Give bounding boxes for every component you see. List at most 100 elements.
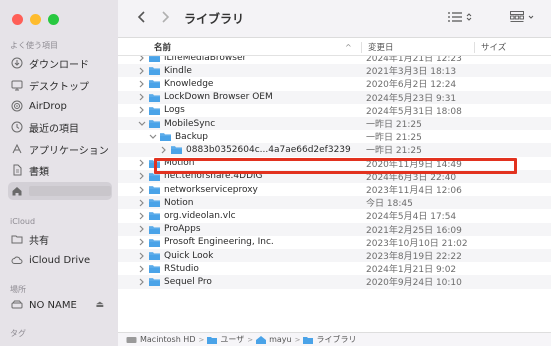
modified-date: 2023年8月19日 22:22 <box>366 252 462 263</box>
forward-button[interactable] <box>156 7 174 27</box>
folder-icon <box>149 211 160 221</box>
modified-date: 一昨日 21:25 <box>366 120 422 131</box>
column-divider[interactable] <box>474 42 475 53</box>
file-name: networkserviceproxy <box>164 184 258 195</box>
disclosure-collapsed-icon[interactable] <box>138 224 146 234</box>
table-row[interactable]: Knowledge 2020年6月2日 12:24 <box>118 77 551 90</box>
disclosure-collapsed-icon[interactable] <box>138 105 146 115</box>
zoom-window-button[interactable] <box>48 14 59 25</box>
sidebar-item-documents[interactable]: 書類 <box>8 161 112 179</box>
disclosure-collapsed-icon[interactable] <box>138 79 146 89</box>
folder-icon <box>207 336 218 344</box>
redacted-username <box>29 186 111 196</box>
window-controls <box>12 14 59 25</box>
sidebar-item-home[interactable] <box>8 182 112 200</box>
disclosure-collapsed-icon[interactable] <box>138 185 146 195</box>
disclosure-expanded-icon[interactable] <box>138 119 146 129</box>
red-highlight-box <box>154 158 517 174</box>
chevron-updown-icon <box>466 13 472 21</box>
path-item-home[interactable]: mayu <box>256 335 292 344</box>
sidebar-item-label: iCloud Drive <box>29 254 91 266</box>
disclosure-collapsed-icon[interactable] <box>138 56 146 63</box>
disclosure-collapsed-icon[interactable] <box>138 251 146 261</box>
column-name[interactable]: 名前 <box>154 41 171 53</box>
sort-ascending-icon: ^ <box>345 42 352 52</box>
file-name: LockDown Browser OEM <box>164 92 273 103</box>
folder-icon <box>149 251 160 261</box>
disclosure-expanded-icon[interactable] <box>149 132 157 142</box>
table-row[interactable]: MobileSync 一昨日 21:25 <box>118 117 551 131</box>
table-row[interactable]: Sequel Pro 2020年9月24日 10:10 <box>118 275 551 289</box>
document-icon <box>11 164 23 176</box>
chevron-right-icon <box>161 11 169 23</box>
modified-date: 2020年9月24日 10:10 <box>366 278 462 289</box>
sidebar-item-label: NO NAME <box>29 299 77 311</box>
table-row[interactable]: Prosoft Engineering, Inc. 2023年10月10日 21:… <box>118 236 551 249</box>
table-row[interactable]: Kindle 2021年3月3日 18:13 <box>118 64 551 78</box>
sidebar-item-downloads[interactable]: ダウンロード <box>8 54 112 72</box>
sidebar-item-airdrop[interactable]: AirDrop <box>8 97 112 115</box>
section-locations-label: 場所 <box>10 285 26 294</box>
sidebar: よく使う項目 ダウンロード デスクトップ AirDrop 最近の項目 アプリケー… <box>0 0 118 346</box>
folder-icon <box>149 225 160 234</box>
disclosure-collapsed-icon[interactable] <box>160 145 168 155</box>
sidebar-item-recents[interactable]: 最近の項目 <box>8 118 112 136</box>
column-date[interactable]: 変更日 <box>368 41 394 53</box>
chevron-left-icon <box>137 11 145 23</box>
back-button[interactable] <box>132 7 150 27</box>
table-row[interactable]: Backup 一昨日 21:25 <box>118 130 551 143</box>
window-title: ライブラリ <box>184 12 245 26</box>
table-row[interactable]: iLifeMediaBrowser 2024年1月21日 12:23 <box>118 56 551 64</box>
list-view-icon <box>448 12 462 22</box>
group-options-button[interactable] <box>510 9 534 25</box>
airdrop-icon <box>11 100 23 112</box>
file-name: ProApps <box>164 224 201 235</box>
clock-icon <box>11 121 23 133</box>
table-row[interactable]: Quick Look 2023年8月19日 22:22 <box>118 249 551 263</box>
modified-date: 今日 18:45 <box>366 199 413 210</box>
main-pane: ライブラリ 名前 ^ 変更日 サイズ iLifeMediaBrowser 2024… <box>118 0 551 346</box>
disclosure-collapsed-icon[interactable] <box>138 66 146 76</box>
path-item-library[interactable]: ライブラリ <box>303 334 356 345</box>
toolbar: ライブラリ <box>118 0 551 38</box>
disclosure-collapsed-icon[interactable] <box>138 211 146 221</box>
path-item-macintosh-hd[interactable]: Macintosh HD <box>126 335 195 344</box>
table-row[interactable]: LockDown Browser OEM 2024年5月23日 9:31 <box>118 90 551 104</box>
file-list: iLifeMediaBrowser 2024年1月21日 12:23 Kindle 2… <box>118 56 551 332</box>
eject-icon[interactable]: ⏏ <box>95 300 104 310</box>
sidebar-item-icloud-drive[interactable]: iCloud Drive <box>8 251 112 269</box>
column-divider[interactable] <box>361 42 362 53</box>
path-item-users[interactable]: ユーザ <box>207 334 244 345</box>
disclosure-collapsed-icon[interactable] <box>138 277 146 287</box>
sidebar-item-desktop[interactable]: デスクトップ <box>8 76 112 94</box>
table-row[interactable]: 0883b0352604c...4a7ae66d2ef3239 一昨日 21:25 <box>118 143 551 157</box>
path-separator-icon: > <box>198 335 205 344</box>
disclosure-collapsed-icon[interactable] <box>138 92 146 102</box>
table-row[interactable]: ProApps 2021年2月25日 16:09 <box>118 222 551 236</box>
table-row[interactable]: RStudio 2024年1月21日 9:02 <box>118 262 551 275</box>
disclosure-collapsed-icon[interactable] <box>138 198 146 208</box>
disclosure-collapsed-icon[interactable] <box>138 264 146 274</box>
column-size[interactable]: サイズ <box>481 41 506 53</box>
table-row[interactable]: org.videolan.vlc 2024年5月4日 17:54 <box>118 209 551 222</box>
table-row[interactable]: Logs 2024年5月31日 18:08 <box>118 104 551 117</box>
file-name: Prosoft Engineering, Inc. <box>164 237 274 248</box>
sidebar-item-shared[interactable]: 共有 <box>8 230 112 248</box>
folder-icon <box>149 238 160 247</box>
disclosure-collapsed-icon[interactable] <box>138 158 146 168</box>
file-name: 0883b0352604c...4a7ae66d2ef3239 <box>186 144 351 155</box>
folder-icon <box>149 106 160 115</box>
table-row[interactable]: Notion 今日 18:45 <box>118 196 551 210</box>
drive-icon <box>11 299 23 311</box>
sidebar-item-no-name-drive[interactable]: NO NAME ⏏ <box>8 296 112 314</box>
disclosure-collapsed-icon[interactable] <box>138 171 146 181</box>
view-options-button[interactable] <box>448 9 472 25</box>
table-row[interactable]: networkserviceproxy 2023年11月4日 12:06 <box>118 183 551 196</box>
chevron-down-icon <box>528 15 534 19</box>
modified-date: 2023年10月10日 21:02 <box>366 238 468 249</box>
minimize-window-button[interactable] <box>30 14 41 25</box>
close-window-button[interactable] <box>12 14 23 25</box>
sidebar-item-applications[interactable]: アプリケーション <box>8 140 112 158</box>
section-tags-label: タグ <box>10 329 26 338</box>
disclosure-collapsed-icon[interactable] <box>138 237 146 247</box>
